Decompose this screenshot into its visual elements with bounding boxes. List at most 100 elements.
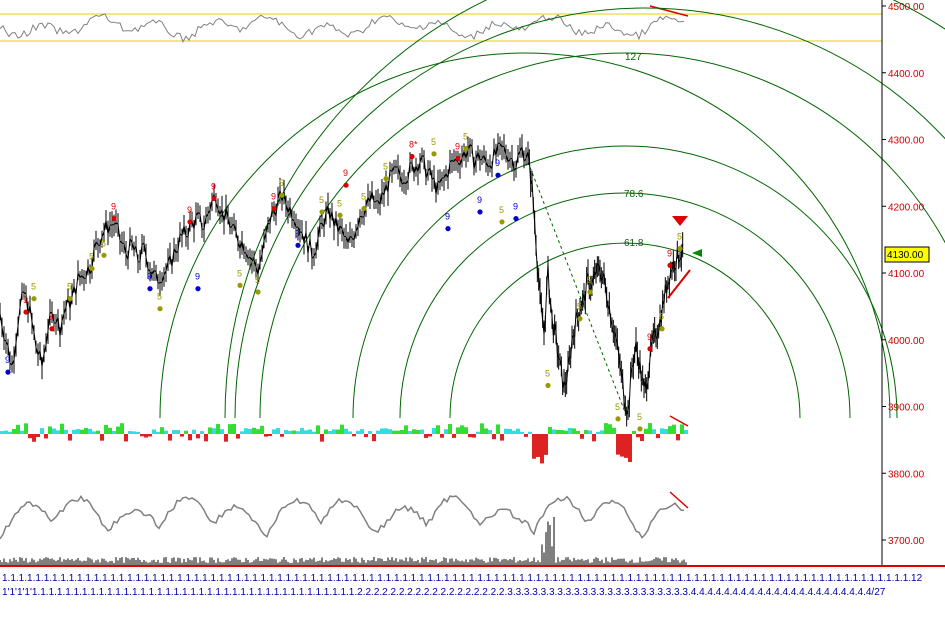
breadth-bar (492, 434, 496, 440)
count-dot (499, 219, 505, 225)
count-dot (577, 316, 583, 322)
breadth-bar (68, 434, 72, 441)
count-label: 9 (495, 158, 500, 168)
fib-arc (224, 0, 945, 419)
count-label: 5 (337, 198, 342, 208)
breadth-bar (520, 431, 524, 434)
breadth-bar (56, 430, 60, 434)
breadth-bar (128, 431, 132, 434)
date-row-2: 1'1'1'1'1.1.1.1.1.1.1.1.1.1.1.1.1.1.1.1.… (2, 587, 886, 598)
breadth-bar (596, 431, 600, 434)
breadth-bar (160, 427, 164, 434)
count-label: 5 (545, 368, 550, 378)
breadth-bar (408, 431, 412, 434)
breadth-bar (176, 430, 180, 434)
breadth-bar (88, 428, 92, 434)
count-label: 9 (445, 212, 450, 222)
breadth-bar (116, 426, 120, 434)
breadth-bar (152, 429, 156, 434)
count-label: 5 (101, 238, 106, 248)
count-dot (31, 296, 37, 302)
breadth-bar (216, 424, 220, 434)
breadth-bar (448, 424, 452, 434)
breadth-bar (92, 431, 96, 434)
breadth-bar (532, 434, 536, 459)
breadth-bar (496, 424, 500, 434)
breadth-bar (640, 434, 644, 442)
count-label: 5 (463, 132, 468, 142)
count-label: 9 (195, 272, 200, 282)
breadth-bar (0, 431, 4, 434)
fib-arc (234, 7, 945, 419)
breadth-bar (436, 425, 440, 434)
breadth-bar (124, 434, 128, 442)
breadth-bar (428, 434, 432, 437)
fib-arc (399, 192, 851, 419)
breadth-bar (444, 429, 448, 434)
breadth-bar (288, 430, 292, 434)
count-label: 5 (383, 162, 388, 172)
count-label: 5 (677, 232, 682, 242)
count-label: 9 (343, 168, 348, 178)
count-dot (477, 209, 483, 215)
breadth-bar (372, 434, 376, 442)
breadth-bar (368, 431, 372, 434)
breadth-bar (208, 427, 212, 434)
price-tick-label: 4400.00 (888, 69, 925, 80)
count-label: 8* (409, 140, 418, 150)
breadth-bar (292, 430, 296, 434)
current-price-label: 4130.00 (887, 250, 924, 261)
breadth-bar (420, 429, 424, 434)
breadth-bar (516, 428, 520, 434)
breadth-bar (524, 434, 528, 437)
breadth-panel (0, 415, 689, 464)
breadth-bar (252, 427, 256, 434)
breadth-bar (652, 429, 656, 434)
count-label: 5 (31, 282, 36, 292)
breadth-bar (96, 430, 100, 434)
breadth-bar (100, 434, 104, 441)
breadth-bar (120, 423, 124, 434)
breadth-bar (272, 429, 276, 434)
breadth-bar (16, 424, 20, 434)
breadth-bar (4, 430, 8, 434)
count-dot (195, 286, 201, 292)
count-label: 5 (67, 282, 72, 292)
count-label: 9 (477, 195, 482, 205)
count-label: 9 (111, 202, 116, 212)
breadth-bar (356, 430, 360, 434)
count-label: 9 (647, 332, 652, 342)
breadth-bar (136, 431, 140, 434)
breadth-bar (500, 434, 504, 441)
breadth-bar (636, 434, 640, 438)
breadth-bar (184, 430, 188, 434)
breadth-trend-marker (669, 415, 689, 427)
breadth-bar (32, 434, 36, 442)
breadth-bar (180, 434, 184, 437)
count-label: 9 (187, 205, 192, 215)
breadth-bar (24, 423, 28, 434)
breadth-bar (352, 434, 356, 437)
fib-baseline (527, 161, 626, 413)
breadth-bar (80, 429, 84, 434)
breadth-bar (64, 429, 68, 434)
breadth-bar (256, 429, 260, 434)
breadth-bar (440, 434, 444, 438)
breadth-bar (552, 429, 556, 434)
breadth-bar (8, 431, 12, 434)
breadth-bar (340, 424, 344, 434)
price-tick-label: 4200.00 (888, 202, 925, 213)
count-label: 5 (361, 192, 366, 202)
count-label: 5 (577, 302, 582, 312)
date-row-1: 1.1.1.1.1.1.1.1.1.1.1.1.1.1.1.1.1.1.1.1.… (2, 573, 923, 584)
count-dot (237, 282, 243, 288)
count-dot (383, 175, 389, 182)
count-dot (319, 209, 325, 215)
breadth-bar (608, 424, 612, 434)
breadth-bar (332, 429, 336, 434)
volume-oscillator-line (0, 494, 685, 540)
breadth-bar (384, 428, 388, 434)
count-dot (647, 346, 653, 352)
count-label: 5 (157, 292, 162, 302)
price-tick-label: 4300.00 (888, 136, 925, 147)
